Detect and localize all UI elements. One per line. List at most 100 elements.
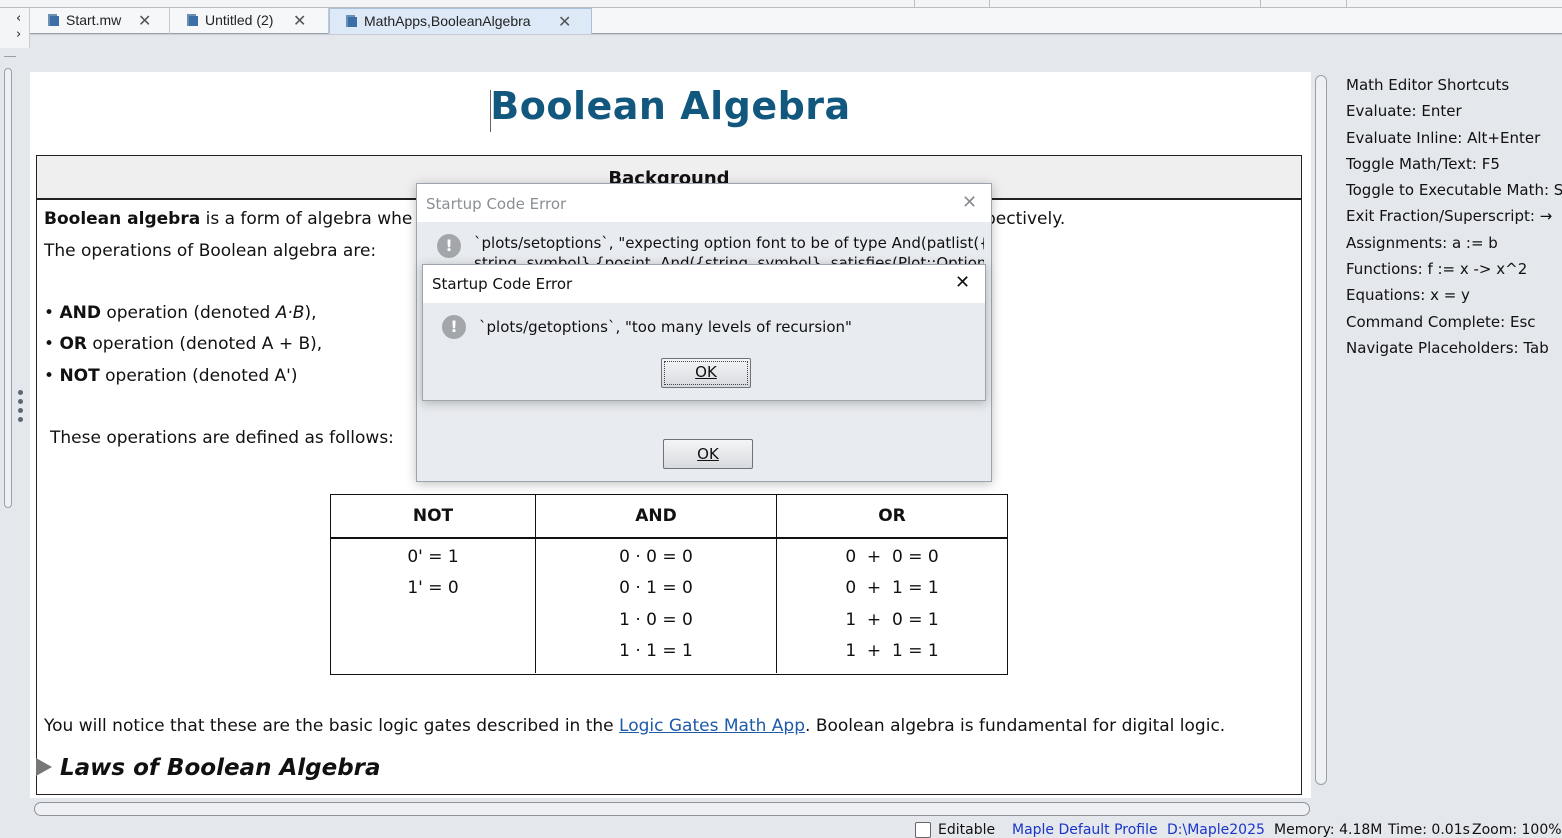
- op-expression: A': [274, 366, 291, 386]
- notice-text-end: . Boolean algebra is fundamental for dig…: [805, 716, 1226, 736]
- table-cell: 1' = 0: [407, 578, 459, 598]
- op-text: operation (denoted: [86, 334, 262, 354]
- dialog-title: Startup Code Error: [426, 195, 567, 213]
- table-header: AND: [536, 495, 776, 539]
- page-title: Boolean Algebra: [490, 84, 851, 128]
- section-title: Laws of Boolean Algebra: [60, 755, 381, 781]
- ok-button[interactable]: OK: [663, 439, 753, 469]
- op-expression: A + B: [261, 334, 311, 354]
- table-cell: 1 + 0 = 1: [845, 610, 939, 630]
- error-message-continued: string, symbol},{posint, And({string, sy…: [474, 254, 984, 264]
- notice-paragraph: You will notice that these are the basic…: [44, 716, 1225, 736]
- intro-paragraph: Boolean algebra is a form of algebra whe: [44, 209, 412, 229]
- shortcut-item: Assignments: a := b: [1346, 233, 1498, 252]
- tab-navigation: ‹ ›: [0, 8, 30, 48]
- table-cell: 0 + 1 = 1: [845, 578, 939, 598]
- shortcut-item: Exit Fraction/Superscript: →: [1346, 207, 1553, 226]
- editable-label: Editable: [938, 822, 996, 838]
- bold-term: Boolean algebra: [44, 209, 201, 229]
- memory-readout: Memory: 4.18M: [1274, 822, 1383, 838]
- math-editor-shortcuts-panel: Math Editor Shortcuts Evaluate: Enter Ev…: [1346, 72, 1562, 361]
- bullet: •: [44, 303, 55, 323]
- list-item-not: • NOT operation (denoted A'): [44, 366, 297, 386]
- table-column-not: NOT 0' = 1 1' = 0: [331, 495, 536, 673]
- op-name: OR: [59, 334, 87, 354]
- dialog-titlebar: Startup Code Error ✕: [417, 184, 991, 222]
- tab-untitled-2[interactable]: Untitled (2) ✕: [171, 8, 329, 34]
- op-expression: A·B: [275, 303, 305, 323]
- table-cell: 0 · 1 = 0: [619, 578, 693, 598]
- table-column-or: OR 0 + 0 = 0 0 + 1 = 1 1 + 0 = 1 1 + 1 =…: [777, 495, 1007, 673]
- paragraph-text: is a form of algebra whe: [200, 209, 413, 229]
- tab-start[interactable]: Start.mw ✕: [32, 8, 170, 34]
- left-gutter: [0, 48, 30, 838]
- shortcut-item: Evaluate: Enter: [1346, 102, 1462, 121]
- defined-text: These operations are defined as follows:: [50, 428, 394, 448]
- table-cell: 0 · 0 = 0: [619, 547, 693, 567]
- notice-text: You will notice that these are the basic…: [44, 716, 620, 736]
- shortcut-item: Command Complete: Esc: [1346, 312, 1536, 331]
- list-item-and: • AND operation (denoted A·B),: [44, 303, 317, 323]
- shortcut-item: Toggle Math/Text: F5: [1346, 154, 1500, 173]
- document-tab-bar: Start.mw ✕ Untitled (2) ✕ MathApps,Boole…: [30, 8, 1562, 34]
- shortcut-item: Functions: f := x -> x^2: [1346, 260, 1528, 279]
- time-readout: Time: 0.01s: [1388, 822, 1470, 838]
- tab-boolean-algebra[interactable]: MathApps,BooleanAlgebra ✕: [329, 8, 592, 34]
- shortcuts-heading: Math Editor Shortcuts: [1346, 76, 1510, 94]
- table-cell: 1 · 0 = 0: [619, 610, 693, 630]
- status-bar: Editable Maple Default Profile D:\Maple2…: [0, 820, 1562, 838]
- paragraph-text-tail: pectively.: [985, 209, 1066, 229]
- chevron-left-icon[interactable]: ‹: [16, 11, 21, 26]
- drag-handle-icon[interactable]: [18, 390, 24, 426]
- op-close: ),: [310, 334, 323, 354]
- palette-scrollbar[interactable]: [1315, 75, 1327, 785]
- list-item-or: • OR operation (denoted A + B),: [44, 334, 322, 354]
- warning-icon: !: [442, 315, 466, 339]
- toolbar-divider: [914, 0, 915, 8]
- table-cell: 1 + 1 = 1: [845, 641, 939, 661]
- close-tab-icon[interactable]: ✕: [138, 8, 151, 33]
- top-toolbar-strip: [0, 0, 1562, 8]
- close-tab-icon[interactable]: ✕: [558, 9, 571, 34]
- toolbar-divider: [1346, 0, 1347, 8]
- horizontal-scrollbar[interactable]: [34, 802, 1310, 816]
- op-close: ),: [304, 303, 317, 323]
- startup-error-dialog-front: Startup Code Error ✕ ! `plots/getoptions…: [422, 264, 986, 401]
- close-tab-icon[interactable]: ✕: [293, 8, 306, 33]
- toolbar-divider: [989, 0, 990, 8]
- op-text: operation (denoted: [99, 366, 275, 386]
- error-message: `plots/setoptions`, "expecting option fo…: [474, 234, 984, 252]
- ok-button[interactable]: OK: [661, 358, 751, 388]
- shortcut-item: Equations: x = y: [1346, 286, 1470, 305]
- bullet: •: [44, 366, 55, 386]
- tab-label: Start.mw: [66, 12, 122, 28]
- shortcut-item: Toggle to Executable Math: Sh: [1346, 181, 1562, 200]
- logic-gates-link[interactable]: Logic Gates Math App: [619, 716, 805, 736]
- editable-checkbox[interactable]: [915, 822, 931, 838]
- profile-link[interactable]: Maple Default Profile: [1012, 822, 1158, 838]
- dialog-titlebar: Startup Code Error ✕: [423, 265, 985, 303]
- close-icon[interactable]: ✕: [955, 272, 970, 293]
- dialog-title: Startup Code Error: [432, 275, 573, 293]
- op-name: NOT: [59, 366, 100, 386]
- close-icon[interactable]: ✕: [962, 192, 977, 213]
- chevron-right-icon[interactable]: ›: [16, 27, 21, 42]
- toolbar-area: [30, 34, 1562, 72]
- toolbar-divider: [1260, 0, 1261, 8]
- op-close: ): [290, 366, 298, 386]
- op-name: AND: [59, 303, 101, 323]
- bullet: •: [44, 334, 55, 354]
- warning-icon: !: [437, 234, 461, 258]
- table-cell: 0' = 1: [407, 547, 459, 567]
- operations-intro: The operations of Boolean algebra are:: [44, 241, 377, 261]
- maple-document-icon: [187, 14, 198, 26]
- tab-label: MathApps,BooleanAlgebra: [364, 13, 531, 29]
- table-cell: 1 · 1 = 1: [619, 641, 693, 661]
- expand-triangle-icon[interactable]: [36, 758, 52, 776]
- vertical-scrollbar[interactable]: [4, 68, 12, 508]
- shortcut-item: Evaluate Inline: Alt+Enter: [1346, 128, 1541, 147]
- table-column-and: AND 0 · 0 = 0 0 · 1 = 0 1 · 0 = 0 1 · 1 …: [536, 495, 777, 673]
- laws-section-collapsed[interactable]: Laws of Boolean Algebra: [36, 755, 381, 781]
- table-header: OR: [777, 495, 1007, 539]
- path-link[interactable]: D:\Maple2025: [1167, 822, 1265, 838]
